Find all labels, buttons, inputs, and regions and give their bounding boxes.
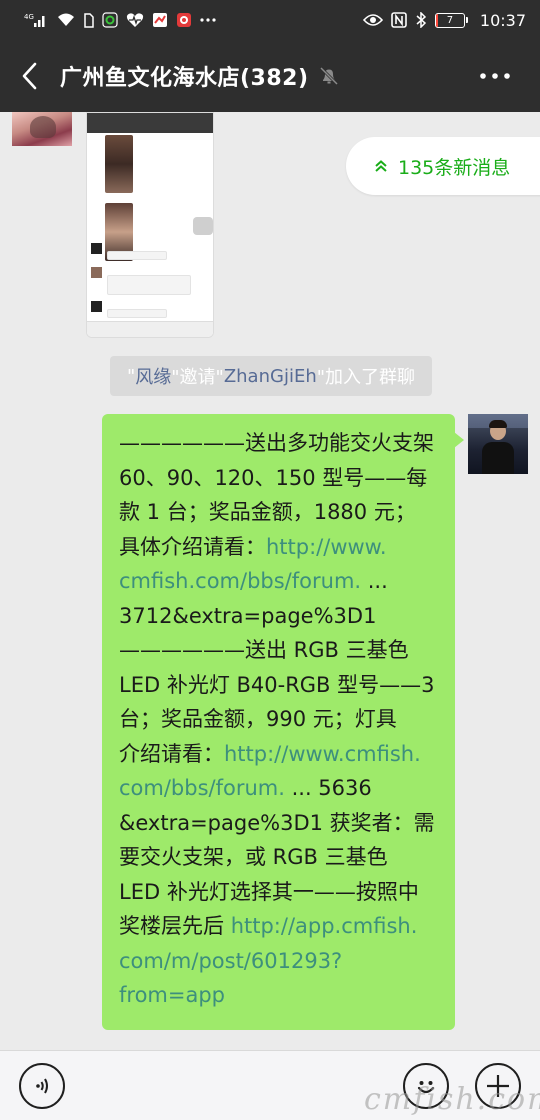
message-line: com/m/post/601293? — [119, 944, 441, 979]
message-text: LED 补光灯选择其一——按照中 — [119, 879, 419, 904]
system-notice: " 风缘 "邀请" ZhanGjiEh "加入了群聊 — [110, 356, 432, 396]
message-line: &extra=page%3D1 获奖者：需 — [119, 806, 441, 841]
chat-title: 广州鱼文化海水店(382) — [60, 66, 309, 91]
message-line: LED 补光灯 B40-RGB 型号——3 — [119, 668, 441, 703]
message-line: 奖楼层先后 http://app.cmfish. — [119, 909, 441, 944]
message-text: ... 5636 — [284, 776, 372, 800]
bell-muted-icon — [319, 66, 339, 86]
message-line: 具体介绍请看：http://www. — [119, 530, 441, 565]
message-text: 奖楼层先后 — [119, 914, 231, 938]
battery-icon: 7 — [434, 12, 468, 28]
voice-button[interactable] — [19, 1063, 65, 1109]
message-line: 款 1 台；奖品金额，1880 元； — [119, 495, 441, 530]
nfc-icon — [391, 12, 407, 28]
input-bar — [0, 1050, 540, 1120]
green-app-notification-icon — [102, 12, 118, 28]
inviter-name[interactable]: 风缘 — [135, 363, 171, 389]
new-messages-label: 135条新消息 — [398, 156, 511, 179]
message-line: 要交火支架，或 RGB 三基色 — [119, 840, 441, 875]
chat-screen: 4G 7 10:37 广州鱼文化海水店(382) 135条新消息 " 风缘 "邀… — [0, 0, 540, 1120]
battery-level-label: 7 — [446, 14, 454, 26]
message-text: 要交火支架，或 RGB 三基色 — [119, 845, 388, 869]
eye-comfort-icon — [362, 13, 383, 27]
shared-image-message[interactable] — [86, 112, 214, 338]
message-link[interactable]: from=app — [119, 983, 225, 1007]
message-link[interactable]: com/bbs/forum. — [119, 776, 285, 800]
heart-rate-app-icon — [126, 12, 144, 28]
sim-card-icon — [84, 12, 94, 28]
bluetooth-icon — [415, 12, 427, 28]
message-text: 台；奖品金额，990 元；灯具 — [119, 707, 397, 731]
message-text: 介绍请看： — [119, 741, 224, 766]
wifi-icon — [56, 12, 76, 28]
message-line: LED 补光灯选择其一——按照中 — [119, 875, 441, 910]
notice-tail-text: "加入了群聊 — [316, 367, 416, 388]
more-notifications-icon — [200, 17, 216, 23]
cellular-signal-icon: 4G — [24, 12, 48, 28]
message-line: ——————送出 RGB 三基色 — [119, 633, 441, 668]
emoji-icon — [417, 1081, 435, 1094]
message-link[interactable]: http://www.cmfish. — [224, 742, 421, 766]
sender-avatar[interactable] — [12, 112, 72, 146]
message-line: 3712&extra=page%3D1 — [119, 599, 441, 634]
message-line: 台；奖品金额，990 元；灯具 — [119, 702, 441, 737]
red-app-notification-icon-2 — [176, 12, 192, 28]
message-text: ... — [361, 569, 388, 593]
message-line: 介绍请看：http://www.cmfish. — [119, 737, 441, 772]
new-messages-button[interactable]: 135条新消息 — [346, 137, 540, 195]
more-button[interactable] — [470, 40, 520, 112]
message-line: 60、90、120、150 型号——每 — [119, 461, 441, 496]
status-bar-left: 4G — [24, 12, 216, 28]
chevron-left-icon — [22, 62, 37, 90]
message-text: 3712&extra=page%3D1 — [119, 603, 377, 628]
message-text: 具体介绍请看： — [119, 534, 266, 559]
emoji-button[interactable] — [403, 1063, 449, 1109]
message-line: com/bbs/forum. ... 5636 — [119, 771, 441, 806]
plus-icon — [487, 1075, 509, 1097]
message-text: &extra=page%3D1 获奖者：需 — [119, 810, 435, 835]
message-text: ——————送出 RGB 三基色 — [119, 638, 409, 662]
message-input[interactable] — [78, 1061, 390, 1111]
invitee-name[interactable]: ZhanGjiEh — [224, 366, 317, 387]
chat-header: 广州鱼文化海水店(382) — [0, 40, 540, 112]
message-text: 60、90、120、150 型号——每 — [119, 465, 428, 490]
message-line: ——————送出多功能交火支架 — [119, 426, 441, 461]
status-time: 10:37 — [479, 10, 526, 30]
message-text: 款 1 台；奖品金额，1880 元； — [119, 500, 416, 524]
notice-open-quote: " — [126, 365, 136, 387]
message-link[interactable]: http://app.cmfish. — [231, 914, 418, 938]
message-link[interactable]: http://www. — [266, 535, 387, 559]
message-link[interactable]: com/m/post/601293? — [119, 949, 342, 973]
status-bar: 4G 7 10:37 — [0, 0, 540, 40]
plus-button[interactable] — [475, 1063, 521, 1109]
double-chevron-up-icon — [375, 160, 387, 172]
message-link[interactable]: cmfish.com/bbs/forum. — [119, 569, 361, 593]
message-line: from=app — [119, 978, 441, 1013]
message-text: LED 补光灯 B40-RGB 型号——3 — [119, 672, 435, 697]
red-app-notification-icon — [152, 12, 168, 28]
more-dots-icon — [480, 73, 510, 79]
back-button[interactable] — [0, 40, 60, 112]
message-text: ——————送出多功能交火支架 — [119, 431, 434, 455]
status-bar-right: 7 10:37 — [362, 10, 526, 30]
message-line: cmfish.com/bbs/forum. ... — [119, 564, 441, 599]
voice-icon — [36, 1078, 48, 1094]
network-type-label: 4G — [24, 13, 34, 21]
notice-mid-text: "邀请" — [171, 367, 224, 388]
my-avatar[interactable] — [468, 414, 528, 474]
message-bubble[interactable]: ——————送出多功能交火支架 60、90、120、150 型号——每款 1 台；… — [102, 414, 464, 1030]
